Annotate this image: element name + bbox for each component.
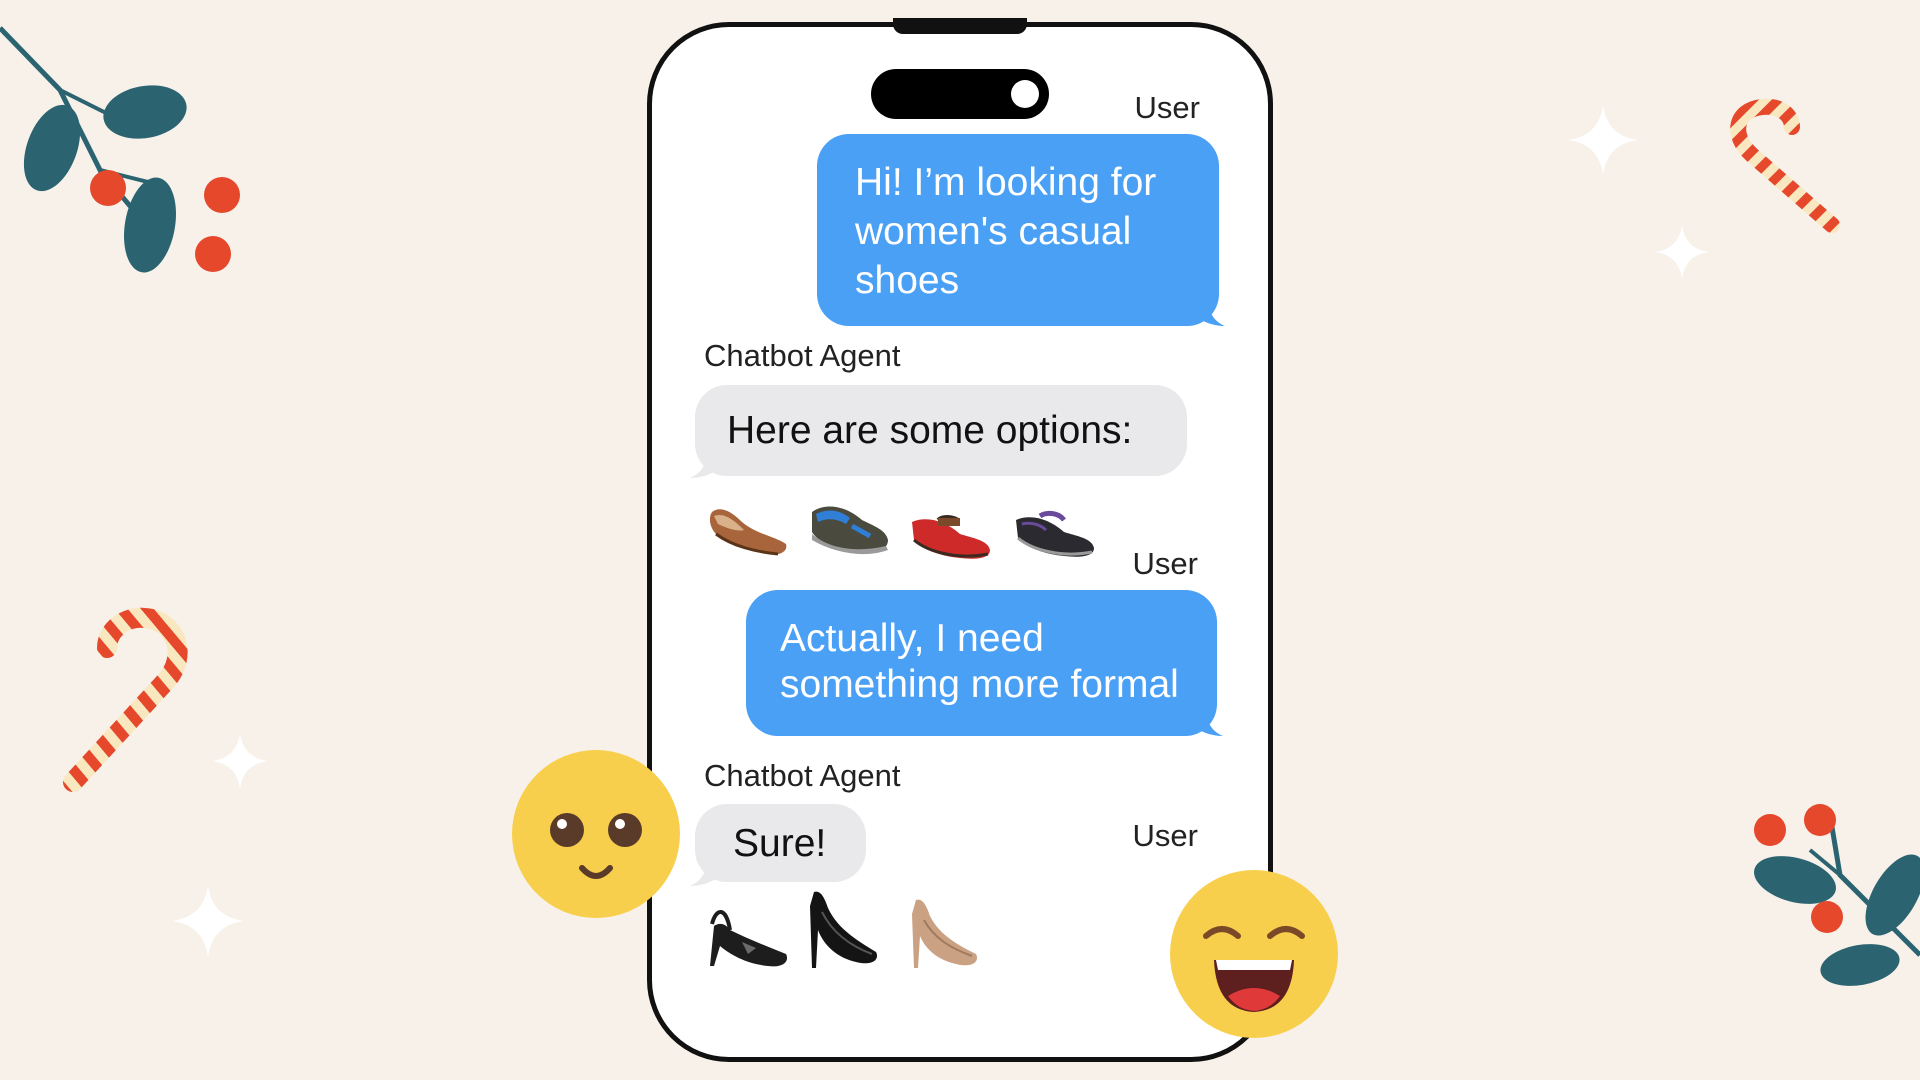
phone-notch — [893, 18, 1027, 34]
message-line: shoes — [855, 259, 960, 302]
camera-icon — [1011, 80, 1039, 108]
message-line: women's casual — [855, 210, 1132, 253]
nude-pump-icon[interactable] — [906, 892, 982, 972]
black-mary-jane-icon[interactable] — [1012, 506, 1096, 562]
laughing-face-icon — [1203, 926, 1305, 1012]
holly-branch-icon — [1754, 804, 1920, 986]
sparkle-icon — [1568, 105, 1638, 175]
message-line: something more formal — [780, 663, 1179, 706]
sparkle-icon — [212, 733, 268, 789]
smiling-face-icon — [550, 813, 642, 879]
message-line: Hi! I’m looking for — [855, 161, 1157, 204]
sparkle-icon — [172, 885, 244, 957]
sparkle-icon — [1655, 225, 1709, 279]
candy-cane-icon — [63, 607, 188, 792]
bubble-tail — [1193, 706, 1223, 736]
holly-branch-icon — [0, 26, 240, 273]
bubble-tail — [1195, 296, 1225, 326]
smiling-face-emoji — [512, 750, 680, 918]
laughing-face-emoji — [1170, 870, 1338, 1038]
speaker-label: Chatbot Agent — [704, 338, 901, 373]
speaker-label: Chatbot Agent — [704, 758, 901, 793]
candy-cane-icon — [1730, 98, 1840, 233]
slingback-icon[interactable] — [706, 896, 792, 972]
black-pump-icon[interactable] — [804, 886, 882, 972]
speaker-label: User — [1134, 90, 1200, 125]
bot-message-bubble[interactable]: Sure! — [695, 804, 866, 882]
bubble-tail — [690, 448, 720, 478]
message-line: Actually, I need — [780, 617, 1044, 660]
bot-message-bubble[interactable]: Here are some options: — [695, 385, 1187, 476]
dynamic-island — [871, 69, 1049, 119]
flat-shoe-icon[interactable] — [708, 500, 790, 562]
user-message-bubble[interactable]: Hi! I’m looking for women's casual shoes — [817, 134, 1219, 326]
sneaker-icon[interactable] — [806, 496, 892, 562]
user-message-bubble[interactable]: Actually, I need something more formal — [746, 590, 1217, 736]
red-mary-jane-icon[interactable] — [908, 508, 992, 564]
speaker-label: User — [1132, 546, 1198, 581]
bubble-tail — [690, 856, 720, 886]
speaker-label: User — [1132, 818, 1198, 853]
